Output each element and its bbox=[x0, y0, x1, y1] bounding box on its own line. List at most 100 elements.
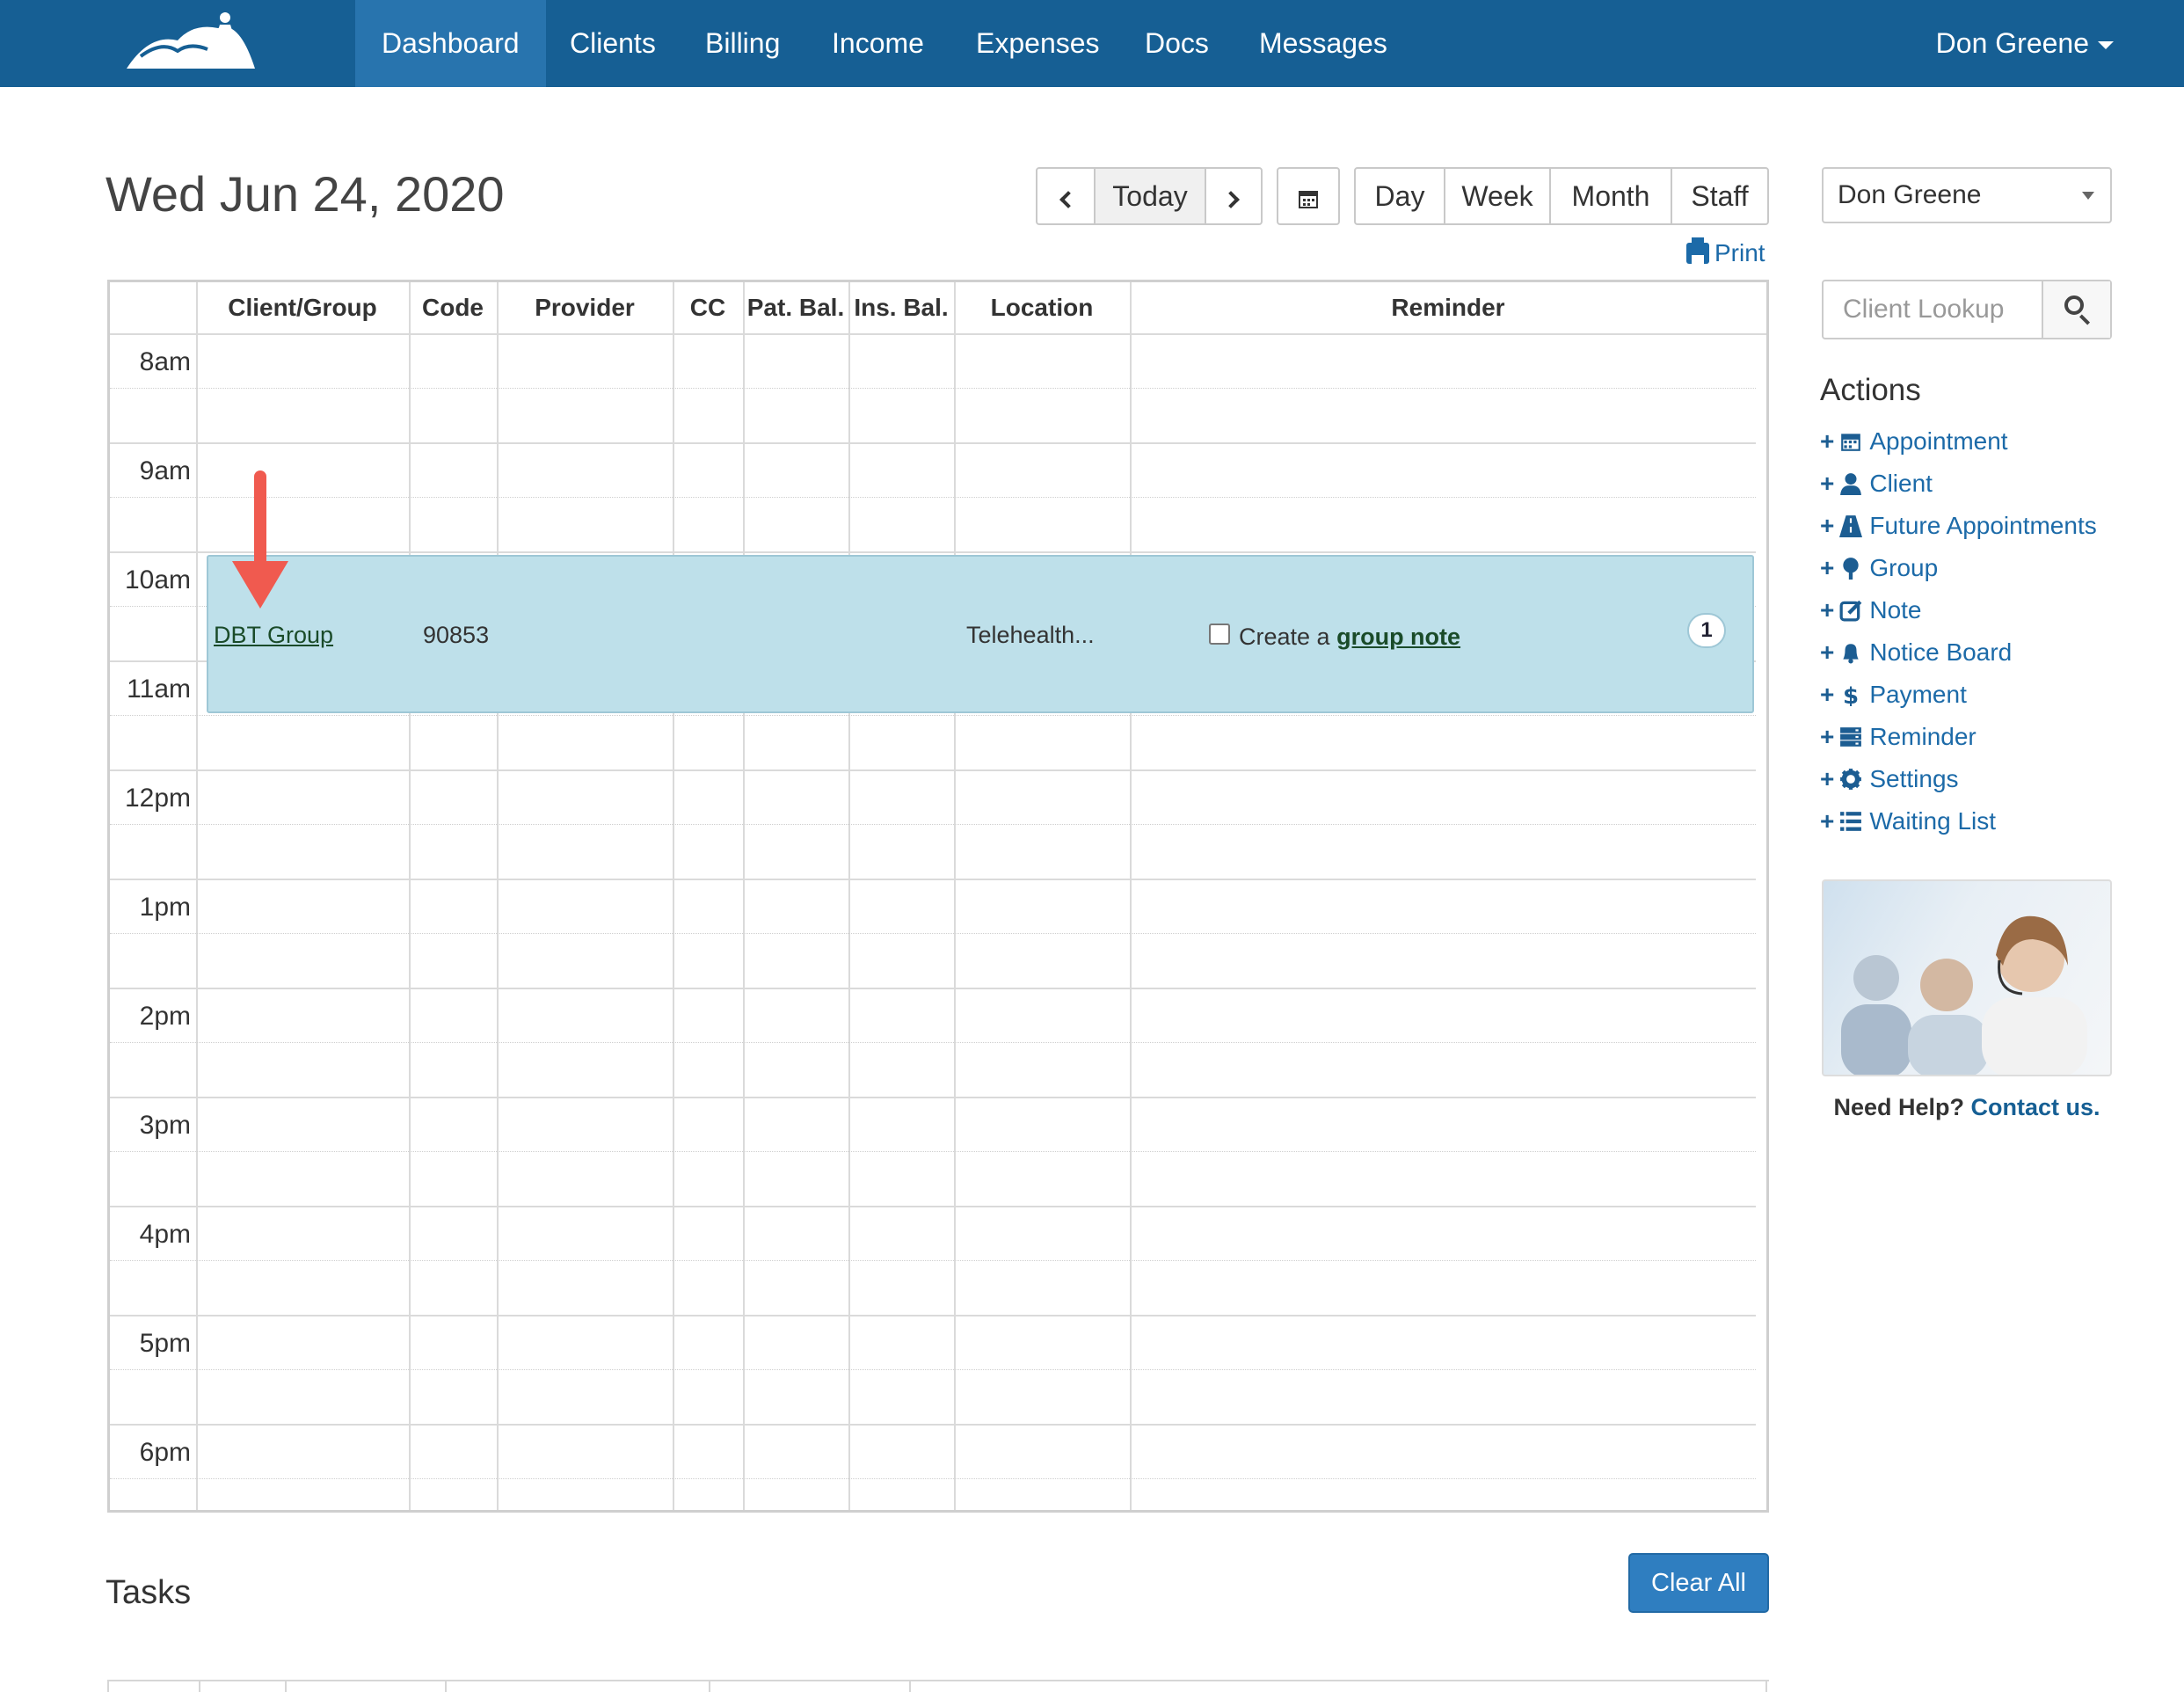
appointment-block[interactable]: DBT Group 90853 Telehealth... Create a g… bbox=[207, 555, 1754, 713]
grid-divider bbox=[110, 1097, 1756, 1098]
plus-icon: + bbox=[1820, 807, 1835, 835]
nav-docs[interactable]: Docs bbox=[1118, 0, 1235, 87]
action-note[interactable]: + Note bbox=[1820, 593, 1922, 628]
reminder-count-badge[interactable]: 1 bbox=[1687, 613, 1726, 648]
tasks-table bbox=[107, 1680, 1769, 1692]
user-icon bbox=[1840, 473, 1862, 495]
plus-icon: + bbox=[1820, 765, 1835, 792]
action-label: Future Appointments bbox=[1869, 512, 2097, 539]
plus-icon: + bbox=[1820, 470, 1835, 497]
grid-divider bbox=[110, 388, 1756, 389]
action-label: Appointment bbox=[1869, 427, 2008, 455]
note-prefix: Create a bbox=[1239, 624, 1330, 650]
nav-clients[interactable]: Clients bbox=[543, 0, 682, 87]
action-group[interactable]: + Group bbox=[1820, 551, 1938, 586]
action-waiting-list[interactable]: + Waiting List bbox=[1820, 804, 1996, 839]
appointment-location: Telehealth... bbox=[966, 622, 1095, 648]
column-header-client-group[interactable]: Client/Group bbox=[196, 282, 409, 333]
time-label: 1pm bbox=[139, 893, 191, 922]
client-lookup-input[interactable] bbox=[1824, 281, 2043, 338]
tasks-title: Tasks bbox=[106, 1574, 192, 1611]
prev-day-button[interactable] bbox=[1036, 167, 1096, 225]
grid-divider bbox=[110, 1206, 1756, 1207]
column-header-code[interactable]: Code bbox=[409, 282, 497, 333]
next-day-button[interactable] bbox=[1205, 167, 1263, 225]
contact-us-link[interactable]: Contact us. bbox=[1971, 1094, 2100, 1120]
appointment-code: 90853 bbox=[423, 622, 490, 648]
column-header-reminder[interactable]: Reminder bbox=[1130, 282, 1766, 333]
date-picker-button[interactable] bbox=[1277, 167, 1340, 225]
column-header-cc[interactable]: CC bbox=[673, 282, 743, 333]
print-link[interactable]: Print bbox=[1686, 237, 1765, 267]
action-label: Note bbox=[1869, 596, 1922, 624]
nav-dashboard[interactable]: Dashboard bbox=[355, 0, 546, 87]
action-settings[interactable]: + Settings bbox=[1820, 762, 1959, 797]
help-text: Need Help? Contact us. bbox=[1822, 1094, 2112, 1121]
user-menu[interactable]: Don Greene bbox=[1936, 0, 2114, 87]
road-icon bbox=[1839, 515, 1863, 537]
grid-divider bbox=[110, 442, 1756, 444]
action-notice-board[interactable]: + Notice Board bbox=[1820, 635, 2012, 670]
time-label: 12pm bbox=[124, 784, 191, 813]
table-divider bbox=[199, 1681, 200, 1692]
calendar-icon bbox=[1841, 434, 1861, 451]
table-divider bbox=[445, 1681, 447, 1692]
action-payment[interactable]: + $ Payment bbox=[1820, 677, 1967, 712]
staff-select-value: Don Greene bbox=[1838, 180, 1982, 209]
staff-select[interactable]: Don Greene bbox=[1822, 167, 2112, 223]
nav-expenses[interactable]: Expenses bbox=[950, 0, 1126, 87]
brand-logo[interactable] bbox=[123, 7, 264, 77]
grid-divider bbox=[110, 769, 1756, 771]
view-staff-button[interactable]: Staff bbox=[1671, 167, 1769, 225]
create-note-text: Create a group note bbox=[1239, 624, 1460, 651]
nav-billing[interactable]: Billing bbox=[679, 0, 806, 87]
nav-income[interactable]: Income bbox=[805, 0, 950, 87]
grid-divider bbox=[110, 1424, 1756, 1426]
group-note-link[interactable]: group note bbox=[1336, 624, 1460, 650]
column-header-location[interactable]: Location bbox=[954, 282, 1130, 333]
plus-icon: + bbox=[1820, 681, 1835, 708]
grid-divider bbox=[110, 333, 1766, 335]
user-name: Don Greene bbox=[1935, 27, 2089, 59]
time-label: 9am bbox=[139, 456, 191, 485]
time-label: 3pm bbox=[139, 1111, 191, 1140]
table-divider bbox=[709, 1681, 710, 1692]
group-note-checkbox[interactable] bbox=[1209, 624, 1230, 645]
view-day-button[interactable]: Day bbox=[1354, 167, 1445, 225]
column-header-pat-bal[interactable]: Pat. Bal. bbox=[743, 282, 848, 333]
grid-divider bbox=[110, 824, 1756, 825]
time-label: 2pm bbox=[139, 1002, 191, 1031]
server-icon bbox=[1840, 727, 1862, 747]
action-label: Payment bbox=[1869, 681, 1967, 708]
action-future-appointments[interactable]: + Future Appointments bbox=[1820, 508, 2097, 543]
grid-divider bbox=[110, 1369, 1756, 1370]
client-group-link[interactable]: DBT Group bbox=[214, 622, 333, 649]
view-week-button[interactable]: Week bbox=[1444, 167, 1551, 225]
grid-divider bbox=[1130, 282, 1132, 1510]
print-label: Print bbox=[1714, 239, 1765, 266]
gear-icon bbox=[1840, 769, 1862, 790]
clear-all-button[interactable]: Clear All bbox=[1628, 1553, 1769, 1613]
grid-divider bbox=[110, 497, 1756, 498]
help-label: Need Help? bbox=[1833, 1094, 1964, 1120]
action-client[interactable]: + Client bbox=[1820, 466, 1933, 501]
column-header-ins-bal[interactable]: Ins. Bal. bbox=[848, 282, 954, 333]
column-header-provider[interactable]: Provider bbox=[497, 282, 673, 333]
caret-down-icon bbox=[2098, 41, 2114, 50]
top-navbar: Dashboard Clients Billing Income Expense… bbox=[0, 0, 2184, 87]
today-button[interactable]: Today bbox=[1094, 167, 1206, 225]
support-photo[interactable] bbox=[1822, 879, 2112, 1076]
grid-divider bbox=[743, 282, 745, 1510]
grid-divider bbox=[110, 1042, 1756, 1043]
time-label: 5pm bbox=[139, 1329, 191, 1358]
view-month-button[interactable]: Month bbox=[1549, 167, 1672, 225]
action-label: Reminder bbox=[1869, 723, 1977, 750]
grid-divider bbox=[110, 1315, 1756, 1316]
bell-icon bbox=[1843, 644, 1860, 664]
schedule-grid: Client/Group Code Provider CC Pat. Bal. … bbox=[107, 280, 1769, 1513]
arrow-down-icon bbox=[232, 470, 288, 609]
action-reminder[interactable]: + Reminder bbox=[1820, 719, 1977, 755]
action-appointment[interactable]: + Appointment bbox=[1820, 424, 2008, 459]
search-button[interactable] bbox=[2042, 281, 2110, 338]
nav-messages[interactable]: Messages bbox=[1233, 0, 1414, 87]
